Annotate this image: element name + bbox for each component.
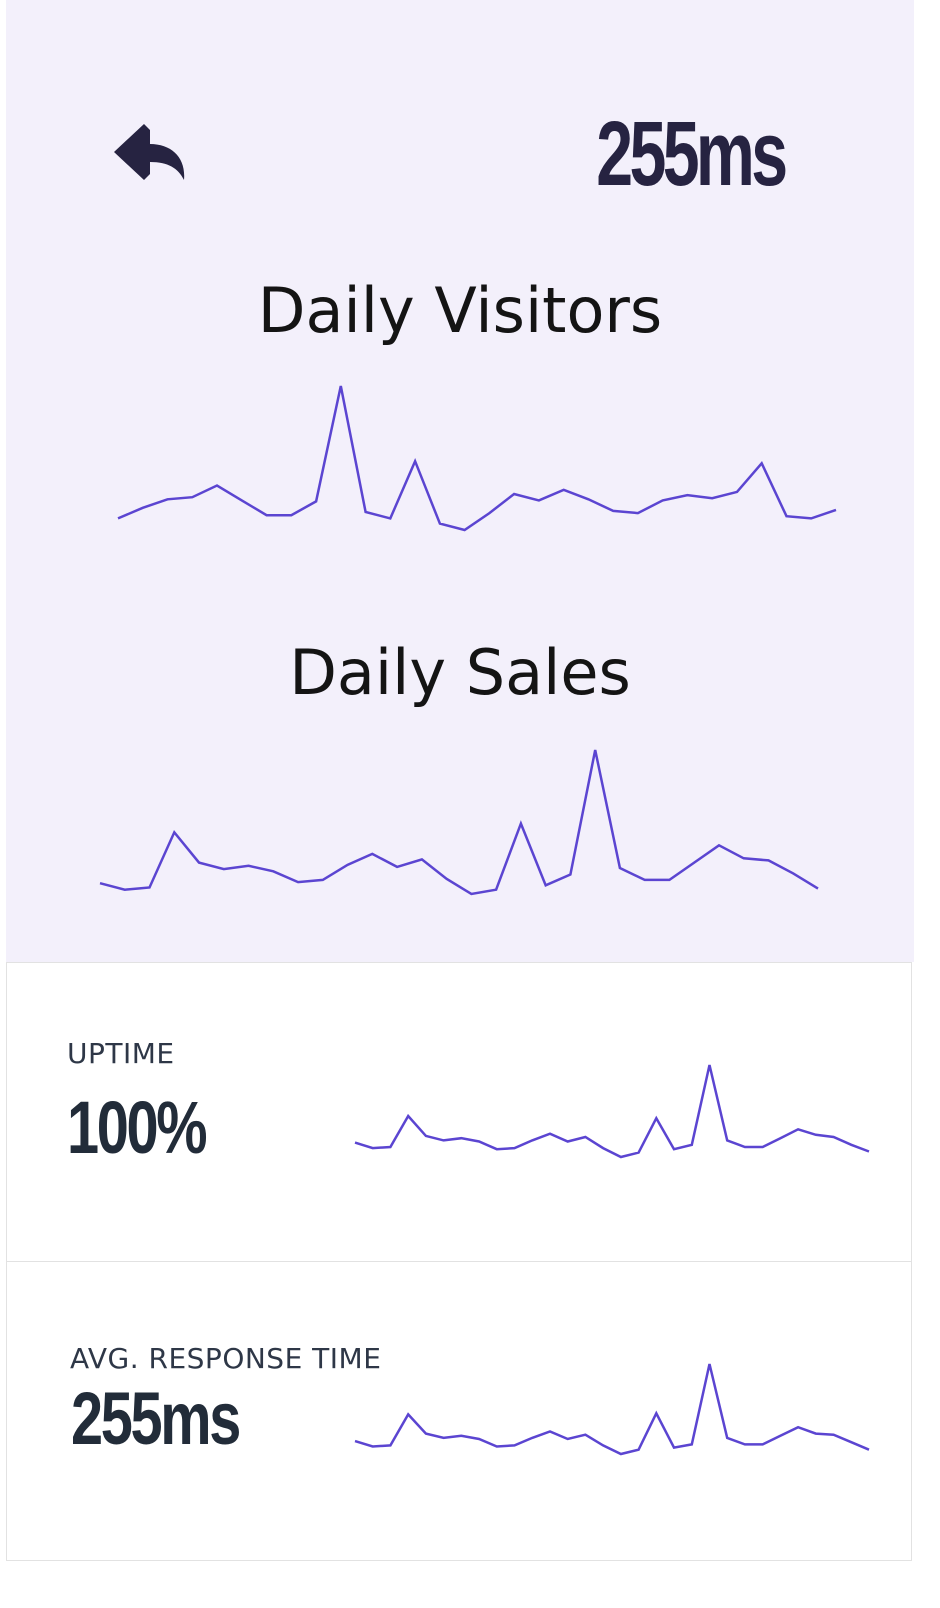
uptime-sparkline [354,1064,870,1159]
series-line [354,1363,870,1456]
uptime-card: UPTIME 100% [6,962,912,1262]
response-time-card: AVG. RESPONSE TIME 255ms [6,1261,912,1561]
daily-sales-chart [99,749,819,896]
response-time-sparkline [354,1363,870,1456]
hero-panel: 255ms Daily Visitors Daily Sales [6,0,914,962]
series-line [99,749,819,896]
series-line [354,1064,870,1159]
